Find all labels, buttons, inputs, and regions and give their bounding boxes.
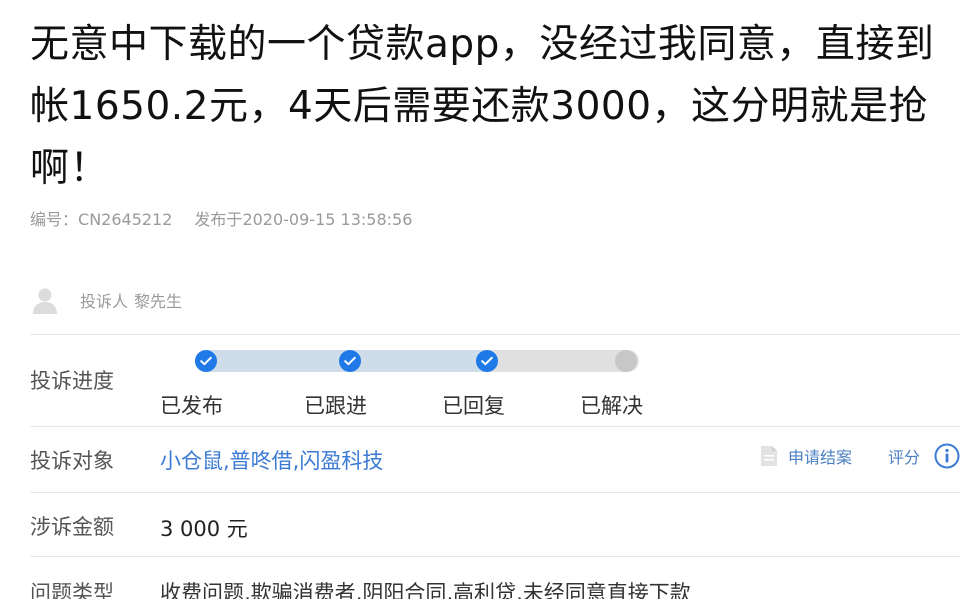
info-icon[interactable] <box>934 443 960 469</box>
progress-label: 投诉进度 <box>30 369 114 393</box>
apply-close-button[interactable]: 申请结案 <box>788 444 852 468</box>
complaint-target-link[interactable]: 小仓鼠,普咚借,闪盈科技 <box>160 445 383 475</box>
check-icon <box>200 356 212 366</box>
check-icon <box>344 356 356 366</box>
amount-value: 3 000 元 <box>160 517 248 541</box>
progress-step-label-4: 已解决 <box>580 394 643 418</box>
rate-button[interactable]: 评分 <box>888 444 920 468</box>
progress-step-dot-1 <box>195 350 217 372</box>
complainant-label: 投诉人 <box>80 292 129 311</box>
complaint-id-value: CN2645212 <box>78 210 173 229</box>
target-actions: 申请结案 评分 <box>760 443 960 469</box>
published-time: 2020-09-15 13:58:56 <box>242 210 413 229</box>
document-icon <box>760 446 777 466</box>
amount-row: 涉诉金额 3 000 元 <box>30 492 960 557</box>
progress-step-label-2: 已跟进 <box>304 394 367 418</box>
progress-step-dot-2 <box>339 350 361 372</box>
amount-label: 涉诉金额 <box>30 515 114 539</box>
user-avatar-icon <box>33 288 57 314</box>
progress-step-label-3: 已回复 <box>442 394 505 418</box>
complaint-id-label: 编号： <box>30 210 79 229</box>
progress-row: 投诉进度 已发布 已跟进 已回复 已解决 <box>30 334 960 427</box>
complainant-name: 黎先生 <box>134 292 183 311</box>
progress-step-dot-3 <box>476 350 498 372</box>
issue-type-value: 收费问题,欺骗消费者,阴阳合同,高利贷,未经同意直接下款 <box>160 581 691 599</box>
progress-step-dot-4 <box>615 350 637 372</box>
issue-type-row: 问题类型 收费问题,欺骗消费者,阴阳合同,高利贷,未经同意直接下款 <box>30 556 960 599</box>
target-row: 投诉对象 小仓鼠,普咚借,闪盈科技 申请结案 评分 <box>30 426 960 493</box>
progress-track <box>195 350 639 372</box>
published-label: 发布于 <box>194 210 243 229</box>
issue-type-label: 问题类型 <box>30 581 114 599</box>
complainant-info: 投诉人 黎先生 <box>30 284 182 316</box>
check-icon <box>481 356 493 366</box>
complaint-meta: 编号：CN2645212 发布于2020-09-15 13:58:56 <box>30 208 412 232</box>
complaint-title: 无意中下载的一个贷款app，没经过我同意，直接到帐1650.2元，4天后需要还款… <box>30 22 935 191</box>
complaint-detail: 无意中下载的一个贷款app，没经过我同意，直接到帐1650.2元，4天后需要还款… <box>30 0 960 599</box>
target-label: 投诉对象 <box>30 449 114 473</box>
progress-step-label-1: 已发布 <box>160 394 223 418</box>
